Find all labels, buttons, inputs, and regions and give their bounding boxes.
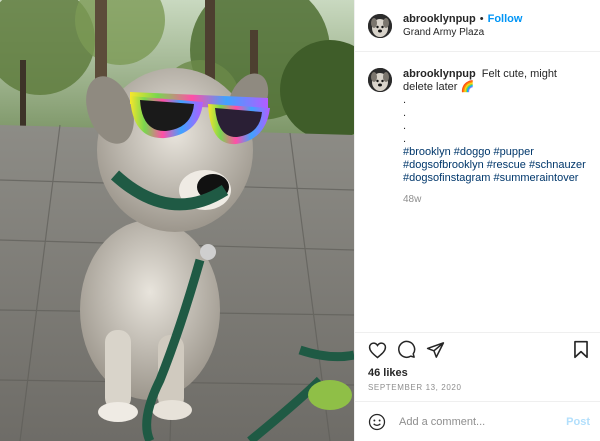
instagram-post: abrooklynpup • Follow Grand Army Plaza a…	[0, 0, 600, 441]
dog-photo-illustration	[0, 0, 354, 441]
comment-bar: Post	[355, 401, 600, 441]
caption-dot: .	[403, 120, 407, 132]
post-age[interactable]: 48w	[403, 193, 588, 206]
heart-icon[interactable]	[366, 339, 388, 361]
caption-avatar[interactable]	[368, 68, 392, 92]
header-text: abrooklynpup • Follow Grand Army Plaza	[403, 12, 522, 40]
caption-dot: .	[403, 133, 407, 145]
post-comment-button[interactable]: Post	[566, 416, 590, 428]
caption-body: abrooklynpup Felt cute, might delete lat…	[403, 68, 588, 206]
avatar[interactable]	[368, 13, 392, 38]
caption-dot: .	[403, 94, 407, 106]
action-bar	[355, 332, 600, 366]
dog-avatar-icon	[368, 68, 392, 92]
post-header: abrooklynpup • Follow Grand Army Plaza	[355, 0, 600, 52]
separator-dot: •	[479, 12, 484, 25]
post-side-panel: abrooklynpup • Follow Grand Army Plaza a…	[354, 0, 600, 441]
smiley-icon[interactable]	[367, 412, 387, 432]
comment-bubble-icon[interactable]	[395, 339, 417, 361]
rainbow-emoji: 🌈	[460, 81, 475, 93]
caption-text-block: abrooklynpup Felt cute, might delete lat…	[403, 68, 588, 94]
caption-username[interactable]: abrooklynpup	[403, 68, 476, 80]
username-link[interactable]: abrooklynpup	[403, 12, 476, 26]
post-date: SEPTEMBER 13, 2020	[368, 383, 462, 392]
post-photo[interactable]	[0, 0, 354, 441]
bookmark-icon[interactable]	[570, 339, 592, 361]
hashtag-line[interactable]: #brooklyn #doggo #pupper	[403, 146, 588, 159]
caption-dot: .	[403, 107, 407, 119]
header-row: abrooklynpup • Follow	[403, 12, 522, 26]
dog-avatar-icon	[368, 13, 392, 38]
comment-input[interactable]	[399, 415, 567, 428]
hashtag-line[interactable]: #dogsofinstagram #summeraintover	[403, 172, 588, 185]
likes-count[interactable]: 46 likes	[355, 366, 600, 381]
location-link[interactable]: Grand Army Plaza	[403, 26, 522, 40]
caption: abrooklynpup Felt cute, might delete lat…	[368, 68, 588, 206]
comments-area: abrooklynpup Felt cute, might delete lat…	[355, 52, 600, 332]
follow-button[interactable]: Follow	[488, 12, 523, 26]
paper-plane-icon[interactable]	[424, 339, 446, 361]
hashtag-line[interactable]: #dogsofbrooklyn #rescue #schnauzer	[403, 159, 588, 172]
